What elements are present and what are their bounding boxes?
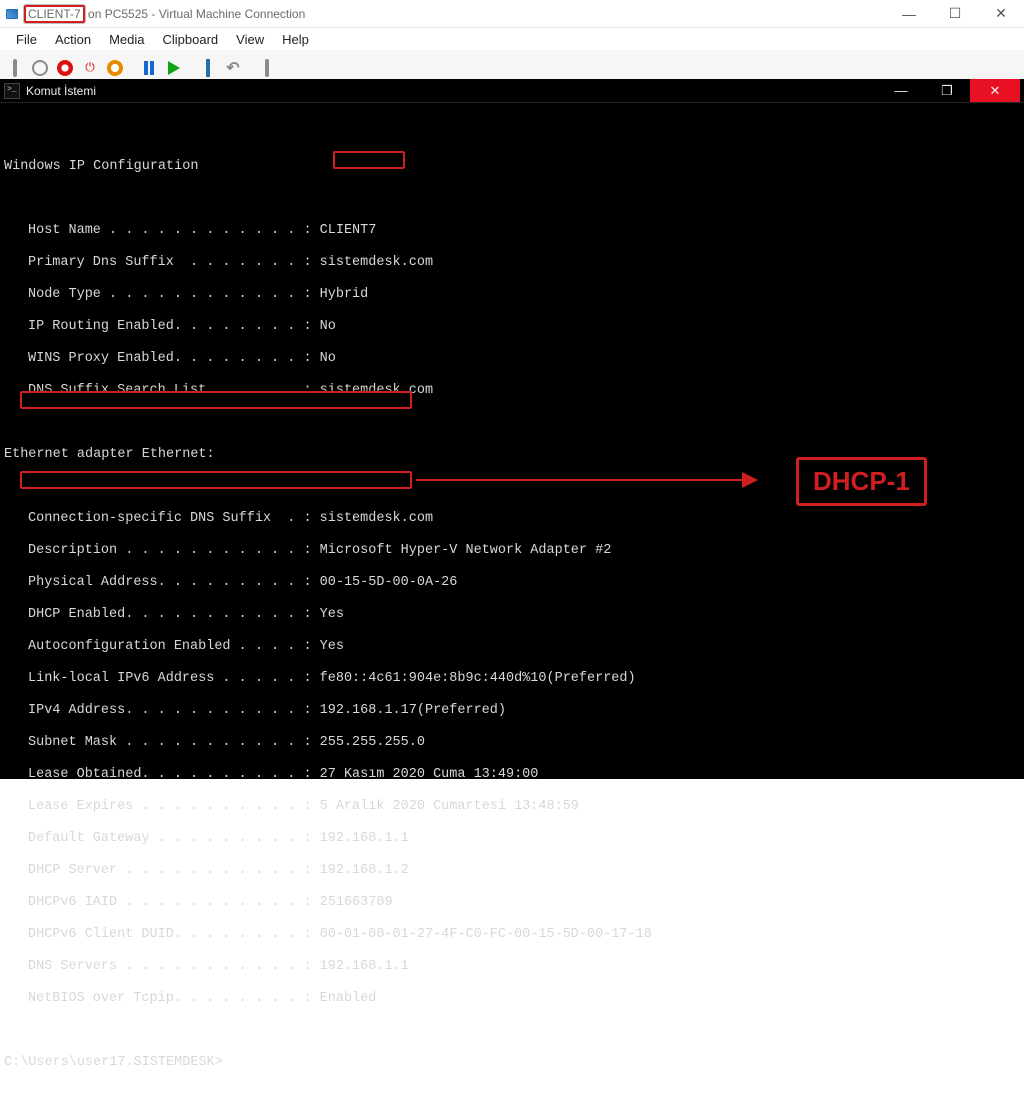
enhanced-session-button[interactable] — [256, 57, 278, 79]
cfg-line: DHCPv6 IAID . . . . . . . . . . . : 2516… — [4, 895, 1020, 911]
cfg-line: DNS Servers . . . . . . . . . . . : 192.… — [4, 959, 1020, 975]
menu-file[interactable]: File — [8, 30, 45, 49]
highlight-ipv4 — [20, 391, 412, 409]
highlight-dhcp-server — [20, 471, 412, 489]
cmd-window-buttons: — ❐ ✕ — [878, 79, 1020, 102]
save-button[interactable] — [104, 57, 126, 79]
annotation-label: DHCP-1 — [796, 457, 927, 506]
cmd-icon — [4, 83, 20, 99]
cfg-line: NetBIOS over Tcpip. . . . . . . . : Enab… — [4, 991, 1020, 1007]
cmd-titlebar: Komut İstemi — ❐ ✕ — [0, 79, 1024, 103]
cfg-line: Node Type . . . . . . . . . . . . : Hybr… — [4, 287, 1020, 303]
vm-minimize-button[interactable]: — — [886, 0, 932, 27]
cfg-line: Physical Address. . . . . . . . . : 00-1… — [4, 575, 1020, 591]
vm-window-buttons: — ☐ ✕ — [886, 0, 1024, 27]
annotation-arrow — [416, 479, 756, 481]
revert-button[interactable]: ↶ — [222, 57, 244, 79]
cfg-line: Host Name . . . . . . . . . . . . : CLIE… — [4, 223, 1020, 239]
pause-button[interactable] — [138, 57, 160, 79]
ctrl-alt-del-icon[interactable] — [4, 57, 26, 79]
shutdown-button[interactable]: ⏻ — [79, 57, 101, 79]
cmd-close-button[interactable]: ✕ — [970, 79, 1020, 102]
cmd-maximize-button[interactable]: ❐ — [924, 79, 970, 102]
cfg-line: Connection-specific DNS Suffix . : siste… — [4, 511, 1020, 527]
menu-action[interactable]: Action — [47, 30, 99, 49]
turn-off-button[interactable] — [54, 57, 76, 79]
vm-app-icon — [4, 6, 20, 22]
vm-title-highlight: CLIENT-7 — [24, 5, 85, 23]
menu-media[interactable]: Media — [101, 30, 152, 49]
cfg-line: Subnet Mask . . . . . . . . . . . : 255.… — [4, 735, 1020, 751]
reset-button[interactable] — [163, 57, 185, 79]
cfg-line: Primary Dns Suffix . . . . . . . : siste… — [4, 255, 1020, 271]
cfg-line: IP Routing Enabled. . . . . . . . : No — [4, 319, 1020, 335]
cfg-line: Lease Obtained. . . . . . . . . . : 27 K… — [4, 767, 1020, 783]
cfg-line: IPv4 Address. . . . . . . . . . . : 192.… — [4, 703, 1020, 719]
cfg-line: DHCP Enabled. . . . . . . . . . . : Yes — [4, 607, 1020, 623]
terminal-output: Windows IP Configuration Host Name . . .… — [4, 111, 1020, 1103]
menu-view[interactable]: View — [228, 30, 272, 49]
cmd-prompt: C:\Users\user17.SISTEMDESK> — [4, 1055, 1020, 1071]
cfg-line: WINS Proxy Enabled. . . . . . . . : No — [4, 351, 1020, 367]
cfg-line: DHCP Server . . . . . . . . . . . : 192.… — [4, 863, 1020, 879]
ipconfig-header: Windows IP Configuration — [4, 159, 1020, 175]
vm-title-rest: on PC5525 - Virtual Machine Connection — [88, 7, 305, 21]
cfg-line: Autoconfiguration Enabled . . . . : Yes — [4, 639, 1020, 655]
cfg-line: Description . . . . . . . . . . . : Micr… — [4, 543, 1020, 559]
menu-clipboard[interactable]: Clipboard — [155, 30, 227, 49]
highlight-hostname — [333, 151, 405, 169]
vm-title: CLIENT-7 on PC5525 - Virtual Machine Con… — [24, 7, 305, 21]
start-button[interactable] — [29, 57, 51, 79]
checkpoint-button[interactable] — [197, 57, 219, 79]
vm-menubar: File Action Media Clipboard View Help — [0, 28, 1024, 50]
cmd-minimize-button[interactable]: — — [878, 79, 924, 102]
menu-help[interactable]: Help — [274, 30, 317, 49]
cmd-window: Komut İstemi — ❐ ✕ Windows IP Configurat… — [0, 79, 1024, 779]
vm-maximize-button[interactable]: ☐ — [932, 0, 978, 27]
cmd-title: Komut İstemi — [26, 84, 96, 98]
cfg-line: Default Gateway . . . . . . . . . : 192.… — [4, 831, 1020, 847]
cfg-line: Lease Expires . . . . . . . . . . : 5 Ar… — [4, 799, 1020, 815]
cmd-body[interactable]: Windows IP Configuration Host Name . . .… — [0, 103, 1024, 779]
cfg-line: DHCPv6 Client DUID. . . . . . . . : 00-0… — [4, 927, 1020, 943]
vm-close-button[interactable]: ✕ — [978, 0, 1024, 27]
vm-titlebar: CLIENT-7 on PC5525 - Virtual Machine Con… — [0, 0, 1024, 28]
cfg-line: Link-local IPv6 Address . . . . . : fe80… — [4, 671, 1020, 687]
